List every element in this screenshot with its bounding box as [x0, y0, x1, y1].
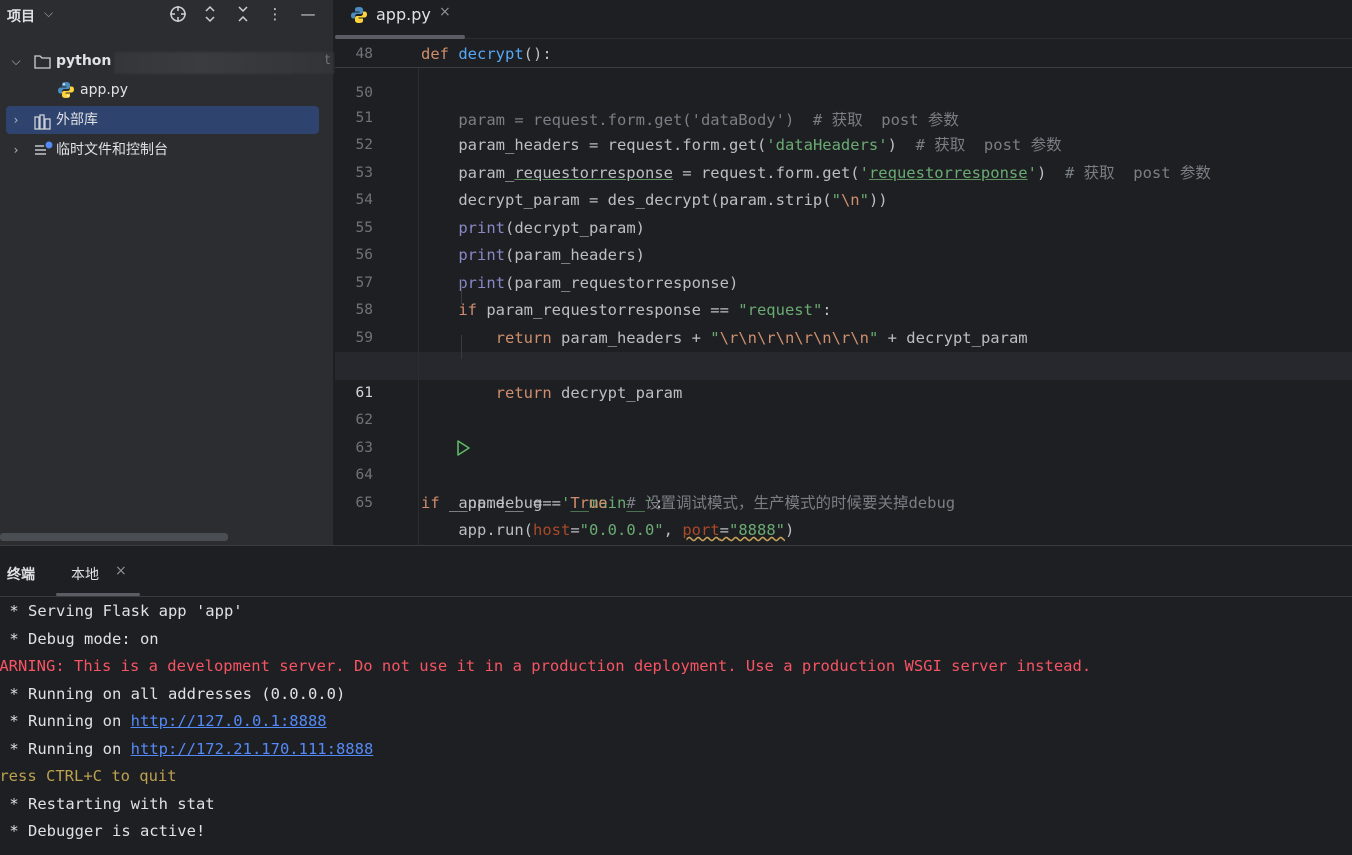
collapse-all-icon[interactable] — [231, 3, 255, 25]
indent-guide — [461, 335, 462, 359]
run-icon[interactable] — [379, 411, 470, 456]
code-line: 65 app.run(host="0.0.0.0", port="8888") — [355, 494, 795, 540]
scratches-icon — [34, 141, 54, 168]
folder-icon — [34, 52, 51, 78]
code-line: 56 print(param_requestorresponse) — [355, 247, 739, 292]
code-line: 57 if param_requestorresponse == "reques… — [355, 274, 832, 320]
terminal-line: * Debugger is active! — [0, 822, 206, 840]
code-line: 63 if __name__ == '__main__': — [335, 407, 1352, 512]
crosshair-icon[interactable] — [166, 3, 190, 25]
code-line: 60 return decrypt_param — [356, 357, 683, 402]
library-icon — [34, 112, 52, 140]
tree-item-label: 临时文件和控制台 — [56, 142, 168, 158]
tree-item-label: 外部库 — [56, 112, 98, 128]
sticky-scope-header[interactable]: 48 def decrypt(): — [335, 40, 1352, 68]
minimize-icon[interactable]: — — [296, 3, 320, 25]
close-icon[interactable]: × — [115, 563, 127, 579]
code-line: 62 — [355, 412, 373, 428]
active-tab-indicator — [56, 593, 140, 596]
code-line-current[interactable]: 61 — [335, 352, 1352, 401]
project-title[interactable]: 项目 — [7, 6, 35, 26]
chevron-right-icon[interactable]: › — [9, 106, 23, 134]
terminal-line: * Running on all addresses (0.0.0.0) — [0, 684, 346, 703]
terminal-line: * Running on http://127.0.0.1:8888 — [0, 712, 327, 730]
blurred-path — [114, 52, 334, 74]
horizontal-scrollbar[interactable] — [0, 533, 228, 541]
terminal-link[interactable]: http://172.21.170.111:8888 — [131, 740, 374, 758]
editor-tab-bar: app.py × — [335, 0, 1352, 39]
tab-app-py[interactable]: app.py × — [335, 0, 465, 39]
chevron-down-icon[interactable]: ⌵ — [9, 48, 23, 74]
python-file-icon — [350, 6, 368, 28]
code-line: 53 decrypt_param = des_decrypt(param.str… — [355, 164, 888, 210]
terminal-link[interactable]: http://127.0.0.1:8888 — [131, 712, 327, 730]
editor: app.py × 50 param = request.form.get('da… — [335, 0, 1352, 545]
code-line: 52 param_requestorresponse = request.for… — [355, 137, 1211, 182]
python-file-icon — [57, 81, 75, 108]
project-panel: 项目 ⌵ ⋮ — ⌵ python t app.py › 外部库 › 临时文件和… — [0, 0, 334, 545]
tree-item-app-py[interactable]: app.py — [6, 77, 319, 103]
code-area[interactable]: 50 param = request.form.get('dataBody') … — [335, 40, 1352, 545]
chevron-right-icon[interactable]: › — [9, 137, 23, 163]
terminal-title: 终端 — [7, 567, 35, 583]
terminal-line: Press CTRL+C to quit — [0, 767, 177, 785]
terminal-line: * Debug mode: on — [0, 629, 159, 648]
code-line: 59 else: — [355, 329, 505, 375]
code-line: 58 return param_headers + "\r\n\r\n\r\n\… — [355, 302, 1028, 347]
code-line: 64 app.debug = True # 设置调试模式，生产模式的时候要关掉d… — [355, 467, 956, 512]
indent-guide — [461, 280, 462, 304]
blurred-path-tail: t — [325, 53, 331, 68]
code-line: 54 print(decrypt_param) — [355, 192, 645, 237]
tab-label: app.py — [376, 5, 431, 24]
terminal-header: 终端 本地 × — [0, 546, 1352, 597]
code-line: 55 print(param_headers) — [355, 219, 645, 265]
tree-item-label: app.py — [80, 82, 128, 98]
gutter-separator — [418, 40, 419, 545]
tree-item-external-libraries[interactable]: › 外部库 — [6, 106, 319, 134]
tree-item-scratches[interactable]: › 临时文件和控制台 — [6, 137, 319, 163]
chevron-down-icon[interactable]: ⌵ — [44, 6, 53, 21]
terminal-line: * Serving Flask app 'app' — [0, 602, 243, 620]
close-icon[interactable]: × — [439, 4, 451, 20]
more-options-icon[interactable]: ⋮ — [263, 3, 287, 25]
terminal-line: * Running on http://172.21.170.111:8888 — [0, 739, 374, 758]
code-line: 51 param_headers = request.form.get('dat… — [355, 109, 1062, 155]
tab-local[interactable]: 本地 — [71, 564, 99, 584]
tree-item-label: python — [56, 53, 112, 69]
terminal-line: * Restarting with stat — [0, 794, 215, 813]
project-header: 项目 ⌵ ⋮ — — [0, 0, 334, 30]
expand-all-icon[interactable] — [198, 3, 222, 25]
terminal-warning-line: WARNING: This is a development server. D… — [0, 657, 1092, 675]
active-tab-indicator — [335, 35, 465, 39]
terminal-panel: 终端 本地 × * Serving Flask app 'app' * Debu… — [0, 545, 1352, 855]
